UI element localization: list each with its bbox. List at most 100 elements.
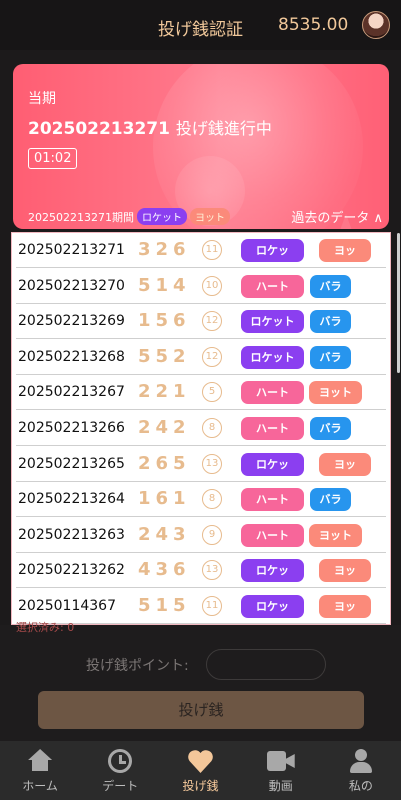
nav-label: デート [102, 779, 139, 793]
avatar[interactable] [362, 11, 390, 39]
row-tag-secondary: バラ [310, 417, 351, 440]
countdown-timer: 01:02 [28, 148, 78, 169]
nav-item-3[interactable]: 動画 [241, 741, 321, 800]
row-sum: 9 [202, 524, 222, 545]
table-row: 202502213265 265 13 ロケッ ヨッ [16, 447, 386, 482]
nav-label: 投げ銭 [182, 779, 219, 793]
home-icon [28, 749, 52, 771]
row-tag-secondary: ヨッ [319, 239, 371, 262]
row-tag-primary: ハート [241, 274, 304, 298]
row-period: 202502213263 [18, 526, 125, 543]
row-numbers: 161 [138, 488, 191, 510]
row-numbers: 436 [138, 559, 191, 581]
row-tag-primary: ハート [241, 523, 304, 547]
row-numbers: 515 [138, 595, 191, 616]
row-tag-secondary: バラ [310, 274, 351, 298]
row-period: 20250114367 [18, 598, 116, 614]
row-sum: 13 [202, 560, 222, 581]
nav-label: 動画 [268, 779, 293, 793]
nav-item-4[interactable]: 私の [321, 741, 401, 800]
table-row: 202502213271 326 11 ロケッ ヨッ [16, 233, 386, 268]
row-sum: 8 [202, 489, 222, 510]
row-numbers: 265 [138, 452, 191, 474]
row-sum: 11 [202, 596, 222, 616]
top-header: 投げ銭認証 8535.00 [0, 0, 401, 50]
row-tag-primary: ロケッ [241, 239, 304, 262]
row-tag-secondary: バラ [310, 345, 351, 369]
row-tag-primary: ロケット [241, 345, 304, 369]
bet-point-input[interactable] [206, 649, 326, 680]
row-tag-secondary: ヨット [309, 523, 362, 547]
heart-icon [188, 749, 214, 773]
row-tag-secondary: ヨッ [319, 559, 371, 583]
row-tag-secondary: バラ [310, 488, 351, 512]
period-status: 投げ銭進行中 [175, 119, 272, 138]
row-numbers: 552 [138, 345, 191, 367]
row-period: 202502213270 [18, 277, 125, 294]
nav-label: 私の [348, 779, 373, 793]
row-tag-secondary: ヨッ [319, 452, 371, 476]
last-period-label: 202502213271期間 [28, 210, 134, 224]
row-tag-secondary: バラ [310, 310, 351, 334]
row-period: 202502213268 [18, 348, 125, 365]
bet-button[interactable]: 投げ銭 [38, 691, 364, 729]
row-numbers: 326 [138, 239, 191, 260]
row-sum: 8 [202, 418, 222, 438]
bet-panel: 選択済み: 0 投げ銭ポイント: 投げ銭 [0, 621, 401, 742]
nav-item-1[interactable]: デート [80, 741, 160, 800]
row-tag-secondary: ヨッ [319, 595, 371, 618]
table-row: 202502213267 221 5 ハート ヨット [16, 375, 386, 411]
row-tag-primary: ハート [241, 417, 304, 440]
row-period: 202502213262 [18, 562, 125, 579]
row-period: 202502213265 [18, 455, 125, 472]
row-period: 202502213264 [18, 491, 125, 508]
bet-point-label: 投げ銭ポイント: [86, 658, 189, 674]
row-tag-primary: ロケット [241, 310, 304, 334]
table-row: 202502213269 156 12 ロケット バラ [16, 304, 386, 340]
row-sum: 10 [202, 275, 222, 296]
row-sum: 11 [202, 240, 222, 260]
row-period: 202502213269 [18, 313, 125, 330]
result-tag: ヨット [189, 208, 230, 225]
user-icon [349, 749, 373, 773]
row-numbers: 514 [138, 274, 191, 296]
nav-item-0[interactable]: ホーム [0, 741, 80, 800]
row-sum: 12 [202, 346, 222, 367]
row-sum: 12 [202, 311, 222, 332]
results-list[interactable]: 202502213271 326 11 ロケッ ヨッ 202502213270 514 10 ハ… [11, 232, 391, 625]
row-numbers: 156 [138, 310, 191, 332]
history-toggle[interactable]: 過去のデータ ∧ [291, 207, 383, 226]
current-period-card: 当期 202502213271 投げ銭進行中 01:02 20250221327… [13, 64, 389, 229]
row-tag-primary: ハート [241, 381, 304, 405]
row-sum: 5 [202, 382, 222, 403]
row-numbers: 243 [138, 523, 191, 545]
clock-icon [108, 749, 133, 773]
row-tag-primary: ロケッ [241, 452, 304, 476]
table-row: 202502213262 436 13 ロケッ ヨッ [16, 553, 386, 589]
row-tag-primary: ロケッ [241, 595, 304, 618]
result-tag: ロケット [136, 208, 187, 225]
row-tag-primary: ハート [241, 488, 304, 512]
nav-item-2[interactable]: 投げ銭 [160, 741, 240, 800]
selection-summary: 選択済み: 0 [16, 621, 75, 634]
current-label: 当期 [28, 91, 56, 107]
row-tag-secondary: ヨット [309, 381, 362, 405]
page-title: 投げ銭認証 [158, 20, 243, 40]
scrollbar[interactable] [397, 233, 400, 373]
row-period: 202502213267 [18, 384, 125, 401]
row-period: 202502213266 [18, 420, 125, 436]
balance-amount: 8535.00 [278, 15, 349, 35]
row-period: 202502213271 [18, 242, 125, 258]
bottom-nav: ホーム デート 投げ銭 動画 私の [0, 741, 401, 800]
table-row: 202502213266 242 8 ハート バラ [16, 411, 386, 446]
row-sum: 13 [202, 453, 222, 474]
current-period: 202502213271 投げ銭進行中 [28, 115, 272, 139]
table-row: 202502213264 161 8 ハート バラ [16, 482, 386, 518]
last-result-summary: 202502213271期間 ロケット ヨット [28, 208, 230, 225]
nav-label: ホーム [22, 779, 58, 793]
row-numbers: 221 [138, 381, 191, 403]
video-icon [266, 751, 295, 771]
row-tag-primary: ロケッ [241, 559, 304, 583]
current-period-number: 202502213271 [28, 119, 170, 139]
row-numbers: 242 [138, 417, 191, 438]
